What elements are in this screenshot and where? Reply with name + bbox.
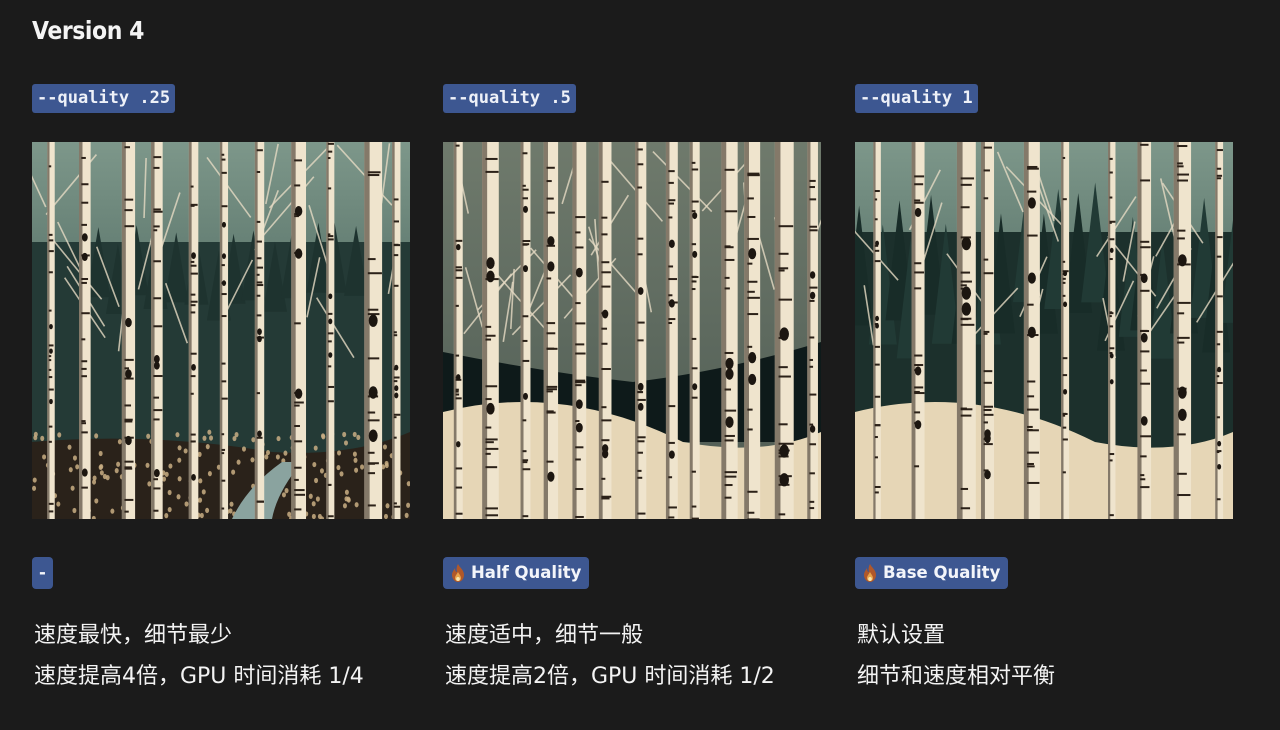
quality-badge: Half Quality	[443, 557, 590, 589]
description-line-1: 默认设置	[857, 623, 946, 648]
forest-image-quality-025	[32, 142, 410, 519]
fire-icon	[452, 564, 464, 582]
description-line-1: 速度适中，细节一般	[445, 623, 644, 648]
forest-image-quality-05	[443, 142, 821, 519]
description-line-2: 速度提高4倍，GPU 时间消耗 1/4	[34, 664, 364, 689]
forest-image-quality-1	[855, 142, 1233, 519]
quality-badge-label: -	[39, 563, 46, 582]
quality-param-tag: --quality 1	[855, 84, 978, 113]
quality-badge-label: Half Quality	[471, 563, 582, 582]
quality-param-tag: --quality .25	[32, 84, 176, 113]
quality-column-1: --quality 1 Base Quality 默认设置 细节和速度相对平衡	[855, 0, 1233, 730]
fire-icon	[864, 564, 876, 582]
description-line-2: 细节和速度相对平衡	[857, 664, 1056, 689]
description-line-1: 速度最快，细节最少	[34, 623, 233, 648]
description-line-2: 速度提高2倍，GPU 时间消耗 1/2	[445, 664, 775, 689]
quality-badge: Base Quality	[855, 557, 1009, 589]
quality-column-025: --quality .25 - 速度最快，细节最少 速度提高4倍，GPU 时间消…	[32, 0, 410, 730]
quality-column-05: --quality .5 Half Quality 速度适中，细节一般 速度提高…	[443, 0, 821, 730]
quality-badge-label: Base Quality	[883, 563, 1001, 582]
quality-param-tag: --quality .5	[443, 84, 576, 113]
quality-badge: -	[32, 557, 53, 589]
